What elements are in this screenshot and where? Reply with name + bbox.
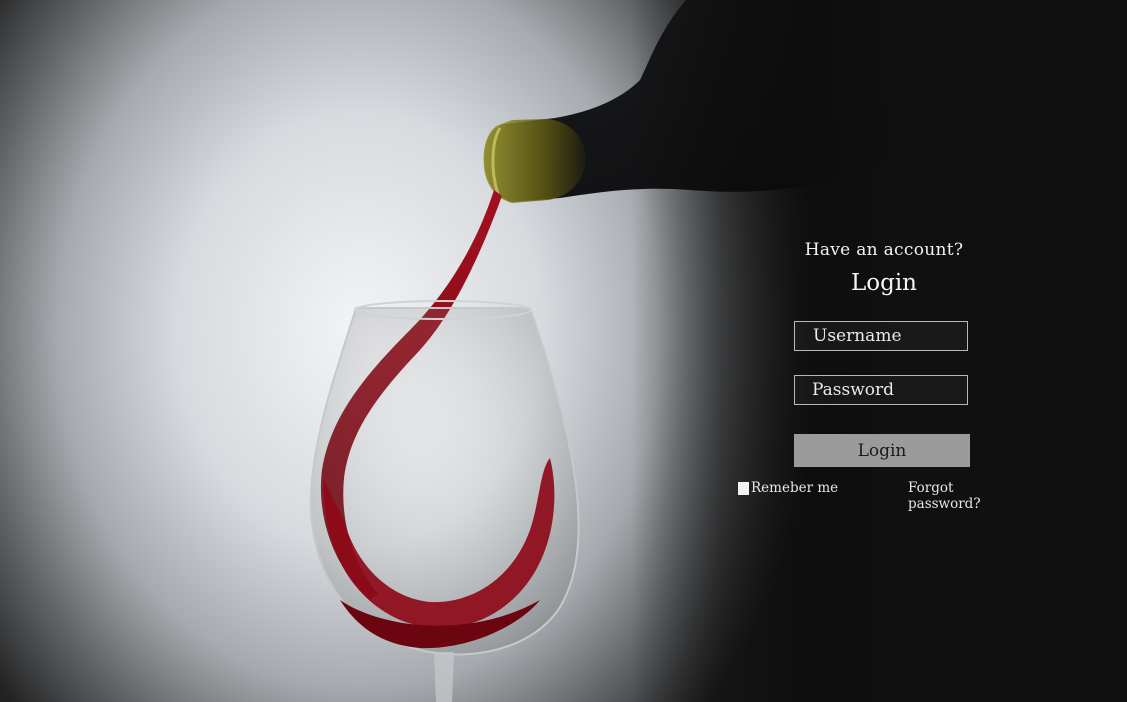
account-prompt: Have an account? [804,240,964,260]
password-input[interactable] [794,375,968,405]
remember-checkbox[interactable] [738,481,749,495]
wine-pour-image [310,0,1000,702]
remember-me[interactable]: Remeber me [738,480,838,496]
login-title: Login [850,270,917,296]
login-page: Have an account? Login Login Remeber me … [0,0,1127,702]
login-button[interactable]: Login [794,434,970,467]
wine-glass-stem [434,652,454,702]
remember-label: Remeber me [751,480,839,496]
forgot-password-link[interactable]: Forgot password? [908,480,1030,512]
username-input[interactable] [794,321,968,351]
